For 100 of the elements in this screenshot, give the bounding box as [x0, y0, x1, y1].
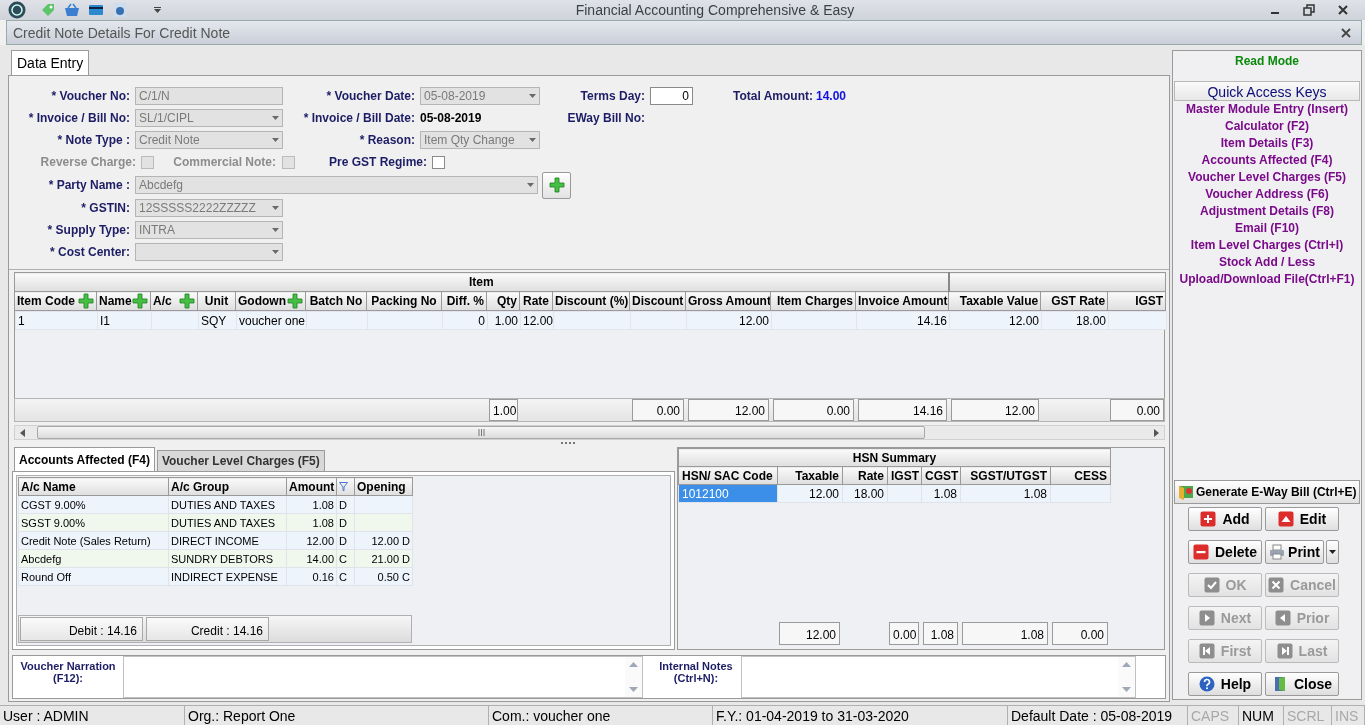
shortcut-link[interactable]: Master Module Entry (Insert): [1173, 101, 1361, 118]
status-segment: User : ADMIN: [0, 706, 185, 725]
close-icon[interactable]: [1337, 4, 1349, 16]
shortcut-link[interactable]: Adjustment Details (F8): [1173, 203, 1361, 220]
check-icon: [1203, 577, 1220, 593]
column-group-header: Item: [14, 272, 949, 292]
dropdown-arrow-icon: [527, 183, 534, 187]
help-button[interactable]: Help: [1188, 672, 1262, 696]
field-label: Pre GST Regime:: [327, 155, 427, 169]
total-value: 0.00: [632, 399, 684, 421]
add-button[interactable]: Add: [1188, 507, 1262, 531]
key-indicator: NUM: [1239, 706, 1284, 725]
field-label: Reverse Charge:: [39, 155, 136, 169]
table-cell: 14.16: [856, 311, 950, 330]
field-label: * Cost Center:: [49, 245, 130, 259]
add-icon[interactable]: [78, 293, 94, 309]
table-cell: SQY: [198, 311, 237, 330]
map-icon: [1178, 484, 1194, 500]
plus-icon: [1200, 511, 1217, 527]
dropdown-arrow-icon: [272, 250, 279, 254]
scroll-left-icon[interactable]: [19, 428, 27, 437]
table-cell: 12.00: [520, 311, 554, 330]
shortcut-link[interactable]: Voucher Level Charges (F5): [1173, 169, 1361, 186]
total-value: 12.00: [779, 622, 840, 645]
table-cell: voucher one: [236, 311, 307, 330]
close-button[interactable]: Close: [1265, 672, 1339, 696]
shortcut-link[interactable]: Item Details (F3): [1173, 135, 1361, 152]
shortcut-link[interactable]: Calculator (F2): [1173, 118, 1361, 135]
total-value: 0.00: [773, 399, 854, 421]
add-icon[interactable]: [287, 293, 303, 309]
grip-icon: [477, 429, 485, 436]
field-label: EWay Bill No:: [566, 111, 645, 125]
edit-button[interactable]: Edit: [1265, 507, 1339, 531]
tab[interactable]: Voucher Level Charges (F5): [156, 450, 325, 471]
key-indicator: SCRL: [1284, 706, 1332, 725]
add-party-button[interactable]: [542, 171, 571, 199]
scroll-right-icon[interactable]: [1152, 428, 1160, 437]
total-value: 12.00: [688, 399, 769, 421]
add-icon[interactable]: [132, 293, 148, 309]
dropdown-arrow-icon: [529, 94, 536, 98]
total-value: 0.00: [889, 622, 919, 645]
filter-icon[interactable]: [339, 482, 348, 491]
total-value: 0.00: [1052, 622, 1108, 645]
column-header: Amount: [286, 477, 337, 496]
tab[interactable]: Data Entry: [11, 50, 90, 75]
add-icon[interactable]: [179, 293, 195, 309]
delete-button[interactable]: Delete: [1188, 540, 1262, 564]
scroll-down-icon[interactable]: [1122, 687, 1131, 692]
field-label: * Note Type :: [56, 133, 130, 147]
table-cell: 1: [15, 311, 98, 330]
status-segment: F.Y.: 01-04-2019 to 31-03-2020: [713, 706, 1008, 725]
shortcut-link[interactable]: Email (F10): [1173, 220, 1361, 237]
scrollbar-thumb[interactable]: [37, 426, 925, 439]
close-icon[interactable]: [1341, 27, 1351, 38]
column-header: Godown: [238, 294, 286, 308]
tab[interactable]: Accounts Affected (F4): [14, 447, 155, 471]
field-label: * GSTIN:: [80, 201, 130, 215]
restore-icon[interactable]: [1303, 4, 1315, 16]
customize-arrow-icon[interactable]: [154, 7, 161, 13]
horizontal-scrollbar[interactable]: [14, 425, 1165, 440]
debit-total: Debit : 14.16: [20, 617, 143, 641]
shortcut-link[interactable]: Upload/Download File(Ctrl+F1): [1173, 271, 1361, 288]
card-icon[interactable]: [88, 2, 104, 18]
eway-bill-button[interactable]: Generate E-Way Bill (Ctrl+E): [1174, 480, 1360, 504]
status-segment: Com.: voucher one: [489, 706, 713, 725]
dropdown-arrow-icon: [272, 138, 279, 142]
shortcut-link[interactable]: Item Level Charges (Ctrl+I): [1173, 237, 1361, 254]
shortcut-link[interactable]: Stock Add / Less: [1173, 254, 1361, 271]
table-cell: 1.00: [487, 311, 521, 330]
total-value: 12.00: [951, 399, 1039, 421]
table-title: HSN Summary: [678, 448, 1111, 467]
scroll-down-icon[interactable]: [629, 687, 638, 692]
field-label: Terms Day:: [579, 89, 645, 103]
checkbox[interactable]: [432, 155, 445, 169]
total-value: 14.16: [858, 399, 947, 421]
total-amount-value: 14.00: [816, 89, 846, 103]
print-button[interactable]: Print: [1265, 540, 1324, 564]
printer-icon: [1269, 544, 1286, 560]
field-label: * Invoice / Bill Date:: [302, 111, 415, 125]
print-options-button[interactable]: [1326, 540, 1339, 564]
column-header: A/c Name: [18, 477, 169, 496]
splitter-grip-icon[interactable]: [560, 442, 578, 445]
basket-icon[interactable]: [64, 2, 80, 18]
key-indicator: INS: [1332, 706, 1365, 725]
scroll-up-icon[interactable]: [629, 662, 638, 667]
dropdown-arrow-icon: [272, 116, 279, 120]
scroll-up-icon[interactable]: [1122, 662, 1131, 667]
field-label: * Voucher Date:: [325, 89, 415, 103]
shortcut-link[interactable]: Voucher Address (F6): [1173, 186, 1361, 203]
help-icon: [1198, 676, 1215, 692]
total-value: 0.00: [1110, 399, 1164, 421]
field-label: * Voucher No:: [50, 89, 130, 103]
column-header: Name: [99, 294, 132, 308]
table-cell: I1: [97, 311, 152, 330]
text-field[interactable]: 0: [650, 87, 693, 105]
field-label: Total Amount:: [733, 89, 813, 103]
total-value: 1.00: [489, 399, 518, 421]
shortcut-link[interactable]: Accounts Affected (F4): [1173, 152, 1361, 169]
dropdown-arrow-icon: [272, 206, 279, 210]
table-cell: 18.00: [1041, 311, 1109, 330]
